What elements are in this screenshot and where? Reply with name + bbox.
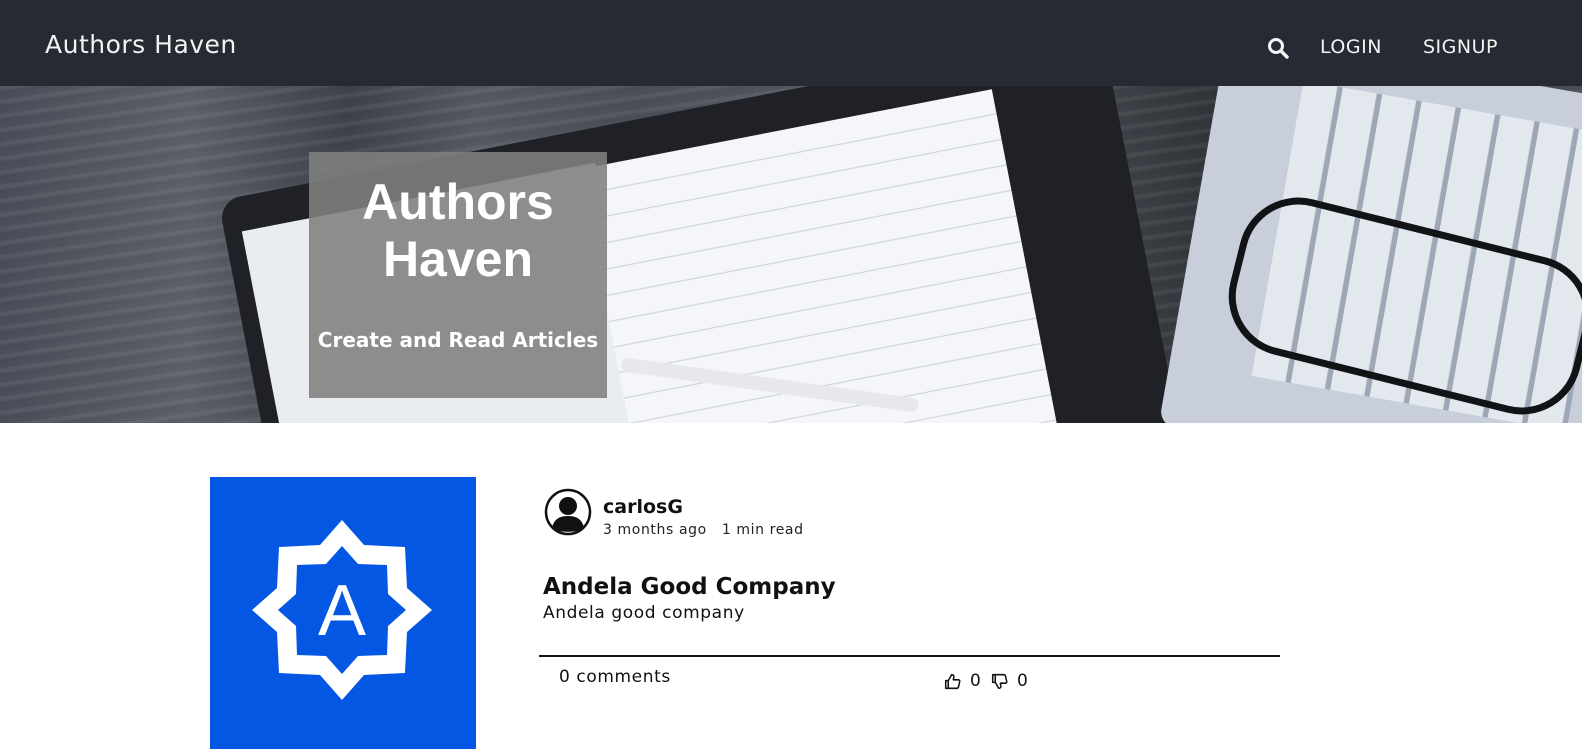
andela-logo-icon: A: [252, 520, 432, 700]
like-reaction: 0: [944, 671, 981, 691]
thumbs-up-icon[interactable]: [944, 673, 961, 690]
search-icon[interactable]: [1266, 36, 1292, 62]
dislike-count: 0: [1017, 671, 1028, 691]
author-avatar[interactable]: [544, 488, 592, 536]
signup-link[interactable]: SIGNUP: [1423, 36, 1498, 58]
article-divider: [539, 655, 1280, 657]
author-name[interactable]: carlosG: [603, 496, 683, 518]
login-link[interactable]: LOGIN: [1320, 36, 1382, 58]
thumbs-down-icon[interactable]: [991, 673, 1008, 690]
hero-subtitle: Create and Read Articles: [317, 328, 599, 352]
like-count: 0: [970, 671, 981, 691]
comments-link[interactable]: 0 comments: [559, 667, 671, 687]
hero-title: Authors Haven: [362, 174, 554, 287]
hero-title-box: Authors Haven Create and Read Articles: [309, 152, 607, 398]
article-read-time: 1 min read: [721, 522, 804, 538]
article-description: Andela good company: [543, 603, 745, 623]
article-meta: 3 months ago 1 min read: [603, 522, 804, 538]
thumbnail-letter: A: [318, 571, 366, 651]
brand-logo-text[interactable]: Authors Haven: [45, 30, 237, 59]
article-time-ago: 3 months ago: [603, 522, 707, 538]
dislike-reaction: 0: [991, 671, 1028, 691]
hero-banner: Authors Haven Create and Read Articles: [0, 86, 1582, 423]
article-thumbnail[interactable]: A: [210, 477, 476, 749]
top-navbar: Authors Haven LOGIN SIGNUP: [0, 0, 1582, 86]
article-title[interactable]: Andela Good Company: [543, 574, 836, 600]
